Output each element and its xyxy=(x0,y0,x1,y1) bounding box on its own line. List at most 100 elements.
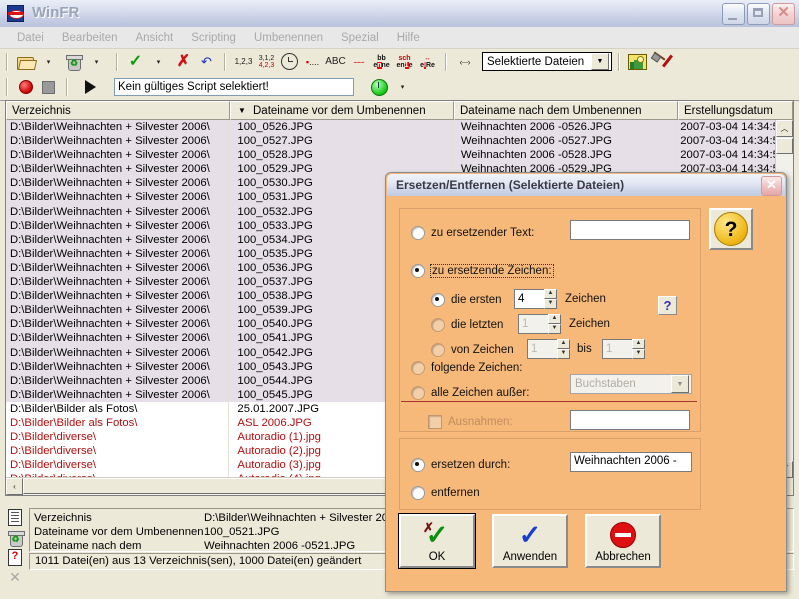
menu-item-bearbeiten[interactable]: Bearbeiten xyxy=(53,30,127,46)
radio-last-n-chars[interactable]: die letzten xyxy=(431,318,503,332)
radio-remove[interactable]: entfernen xyxy=(411,486,480,500)
first-n-value[interactable]: 4 xyxy=(514,289,544,309)
exceptions-input[interactable] xyxy=(570,410,690,430)
cancel-button[interactable]: Abbrechen xyxy=(585,514,661,568)
spinner-up-icon[interactable]: ▲ xyxy=(544,289,557,299)
dots-icon[interactable]: ▪.... xyxy=(302,51,323,72)
close-button[interactable]: ✕ xyxy=(772,3,795,25)
cell-directory: D:\Bilder\Weihnachten + Silvester 2006\ xyxy=(6,205,229,219)
maximize-button[interactable] xyxy=(747,3,770,25)
menu-item-datei[interactable]: Datei xyxy=(8,30,53,46)
checkbox[interactable] xyxy=(428,415,442,429)
play-icon[interactable] xyxy=(75,77,105,98)
replace-with-input[interactable]: Weihnachten 2006 - xyxy=(570,452,692,472)
radio-replace-text[interactable]: zu ersetzender Text: xyxy=(411,226,534,240)
clock-icon[interactable] xyxy=(279,51,300,72)
radio-first-n-chars[interactable]: die ersten xyxy=(431,293,502,307)
help-button-small[interactable]: ? xyxy=(658,296,677,315)
spinner-up-icon[interactable]: ▲ xyxy=(632,339,645,349)
search-replace-icon[interactable]: schen1e xyxy=(394,51,415,72)
menu-item-ansicht[interactable]: Ansicht xyxy=(126,30,182,46)
radio-button[interactable] xyxy=(411,486,425,500)
record-icon[interactable] xyxy=(15,77,36,98)
spinner-up-icon[interactable]: ▲ xyxy=(548,314,561,324)
renumber-icon[interactable]: 3,1,24,2,3 xyxy=(256,51,277,72)
last-n-value[interactable]: 1 xyxy=(518,314,548,334)
green-status-light-icon[interactable] xyxy=(369,77,390,98)
move-chars-icon[interactable]: ↔elRe xyxy=(417,51,438,72)
column-header-verzeichnis[interactable]: Verzeichnis xyxy=(6,101,230,120)
menu-item-scripting[interactable]: Scripting xyxy=(182,30,245,46)
swap-icon[interactable]: ‹···› xyxy=(454,51,475,72)
radio-button[interactable] xyxy=(411,386,425,400)
table-row[interactable]: D:\Bilder\Weihnachten + Silvester 2006\1… xyxy=(6,120,776,134)
to-char-value[interactable]: 1 xyxy=(602,339,632,359)
table-row[interactable]: D:\Bilder\Weihnachten + Silvester 2006\1… xyxy=(6,148,776,162)
first-n-spinner[interactable]: 4 ▲ ▼ xyxy=(514,289,557,309)
dialog-close-button[interactable]: ✕ xyxy=(761,176,782,196)
scroll-left-button[interactable]: ‹ xyxy=(6,478,23,495)
tools-settings-icon[interactable] xyxy=(650,51,671,72)
open-folder-icon[interactable] xyxy=(15,51,36,72)
column-header-erstellungsdatum[interactable]: Erstellungsdatum xyxy=(678,101,793,120)
recycle-bin-icon[interactable]: ♻ xyxy=(63,51,84,72)
spinner-down-icon[interactable]: ▼ xyxy=(632,349,645,359)
radio-button[interactable] xyxy=(431,318,445,332)
column-header-dateiname-nach[interactable]: Dateiname nach dem Umbenennen xyxy=(454,101,678,120)
script-name-field[interactable]: Kein gültiges Script selektiert! xyxy=(114,78,354,96)
menu-item-spezial[interactable]: Spezial xyxy=(332,30,388,46)
menu-item-umbenennen[interactable]: Umbenennen xyxy=(245,30,332,46)
column-header-dateiname-vor[interactable]: ▼ Dateiname vor dem Umbenennen xyxy=(230,101,454,120)
menu-item-hilfe[interactable]: Hilfe xyxy=(388,30,429,46)
from-char-spinner[interactable]: 1 ▲ ▼ xyxy=(527,339,570,359)
apply-dropdown-icon[interactable]: ▾ xyxy=(148,51,169,72)
checkbox-exceptions[interactable]: Ausnahmen: xyxy=(428,415,513,429)
recycle-bin-dropdown-icon[interactable]: ▾ xyxy=(86,51,107,72)
insert-chars-icon[interactable]: bbenne xyxy=(371,51,392,72)
green-check-icon[interactable]: ✓ xyxy=(125,51,146,72)
table-row[interactable]: D:\Bilder\Weihnachten + Silvester 2006\1… xyxy=(6,134,776,148)
undo-arrow-icon[interactable]: ↶ xyxy=(196,51,217,72)
chevron-down-icon[interactable]: ▼ xyxy=(671,375,689,393)
help-doc-icon[interactable]: ? xyxy=(5,548,25,567)
radio-all-chars-except[interactable]: alle Zeichen außer: xyxy=(411,386,529,400)
recycle-bin-icon[interactable]: ♻ xyxy=(5,528,25,547)
minimize-button[interactable] xyxy=(722,3,745,25)
to-char-spinner[interactable]: 1 ▲ ▼ xyxy=(602,339,645,359)
radio-replace-chars[interactable]: zu ersetzende Zeichen: xyxy=(411,264,553,278)
char-class-combo[interactable]: Buchstaben ▼ xyxy=(570,374,692,394)
spinner-down-icon[interactable]: ▼ xyxy=(548,324,561,334)
document-icon[interactable] xyxy=(5,508,25,527)
radio-button[interactable] xyxy=(411,226,425,240)
stop-icon[interactable] xyxy=(38,77,59,98)
abc-case-icon[interactable]: ABC xyxy=(325,51,346,72)
numbering-123-icon[interactable]: 1,2,3 xyxy=(233,51,254,72)
chevron-down-icon[interactable]: ▼ xyxy=(591,53,609,70)
help-button-large[interactable]: ? xyxy=(709,208,753,250)
replace-remove-dialog: Ersetzen/Entfernen (Selektierte Dateien)… xyxy=(385,172,787,592)
last-n-spinner[interactable]: 1 ▲ ▼ xyxy=(518,314,561,334)
radio-button[interactable] xyxy=(411,264,425,278)
spinner-up-icon[interactable]: ▲ xyxy=(557,339,570,349)
vertical-scroll-thumb[interactable] xyxy=(776,138,793,154)
replace-text-input[interactable] xyxy=(570,220,690,240)
radio-button[interactable] xyxy=(431,343,445,357)
apply-button[interactable]: ✓ Anwenden xyxy=(492,514,568,568)
spinner-down-icon[interactable]: ▼ xyxy=(557,349,570,359)
radio-button[interactable] xyxy=(431,293,445,307)
red-x-icon[interactable]: ✗ xyxy=(173,51,194,72)
spinner-down-icon[interactable]: ▼ xyxy=(544,299,557,309)
from-char-value[interactable]: 1 xyxy=(527,339,557,359)
radio-button[interactable] xyxy=(411,458,425,472)
status-dropdown-icon[interactable]: ▾ xyxy=(392,77,413,98)
ok-button[interactable]: ✓✗ OK xyxy=(399,514,475,568)
radio-button[interactable] xyxy=(411,361,425,375)
scroll-up-button[interactable]: ︿ xyxy=(776,120,793,137)
preview-image-icon[interactable] xyxy=(627,51,648,72)
dash-replace-icon[interactable]: -·-·- xyxy=(348,51,369,72)
selection-scope-combo[interactable]: Selektierte Dateien ▼ xyxy=(482,52,612,71)
radio-from-to-chars[interactable]: von Zeichen xyxy=(431,343,514,357)
open-folder-dropdown-icon[interactable]: ▾ xyxy=(38,51,59,72)
radio-replace-with[interactable]: ersetzen durch: xyxy=(411,458,510,472)
radio-following-chars[interactable]: folgende Zeichen: xyxy=(411,361,522,375)
